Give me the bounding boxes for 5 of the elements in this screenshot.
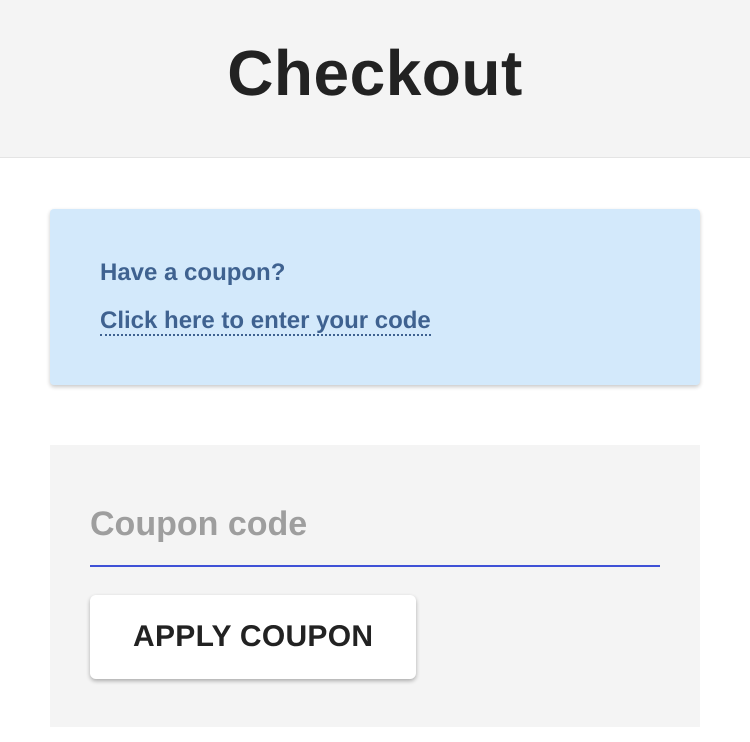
enter-code-link[interactable]: Click here to enter your code	[100, 307, 431, 336]
page-title: Checkout	[227, 36, 523, 108]
coupon-notice-text: Have a coupon? Click here to enter your code	[100, 258, 432, 338]
apply-coupon-button[interactable]: APPLY COUPON	[90, 595, 416, 679]
coupon-code-input[interactable]: Coupon code	[90, 505, 660, 543]
